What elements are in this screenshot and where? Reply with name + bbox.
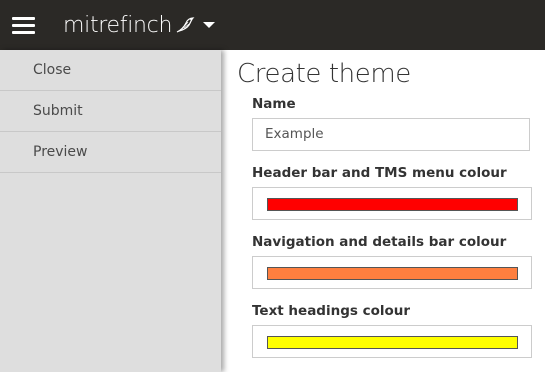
name-label: Name [252,96,296,112]
sidebar-item-submit[interactable]: Submit [0,91,221,132]
headings-colour-picker[interactable] [252,325,532,358]
header-colour-label: Header bar and TMS menu colour [252,165,507,181]
page-title: Create theme [237,59,411,89]
main-content: Create theme Name Example Header bar and… [237,50,537,372]
navigation-colour-swatch [267,267,518,280]
sidebar-item-preview[interactable]: Preview [0,132,221,173]
brand-name: mitrefinch [63,12,173,38]
navigation-colour-picker[interactable] [252,256,532,289]
navigation-colour-label: Navigation and details bar colour [252,234,507,250]
headings-colour-label: Text headings colour [252,303,411,319]
caret-down-icon [203,22,216,28]
bird-icon [176,17,195,33]
header-colour-field: Header bar and TMS menu colour [252,164,532,220]
header-colour-picker[interactable] [252,187,532,220]
headings-colour-swatch [267,336,518,349]
hamburger-menu-icon[interactable] [12,15,35,35]
sidebar: Close Submit Preview [0,50,221,372]
header-colour-swatch [267,198,518,211]
headings-colour-field: Text headings colour [252,302,532,358]
sidebar-item-close[interactable]: Close [0,50,221,91]
navigation-colour-field: Navigation and details bar colour [252,233,532,289]
top-bar: mitrefinch [0,0,545,50]
name-input[interactable]: Example [252,118,530,151]
name-field: Name Example [252,95,530,151]
brand-menu[interactable]: mitrefinch [63,9,216,41]
